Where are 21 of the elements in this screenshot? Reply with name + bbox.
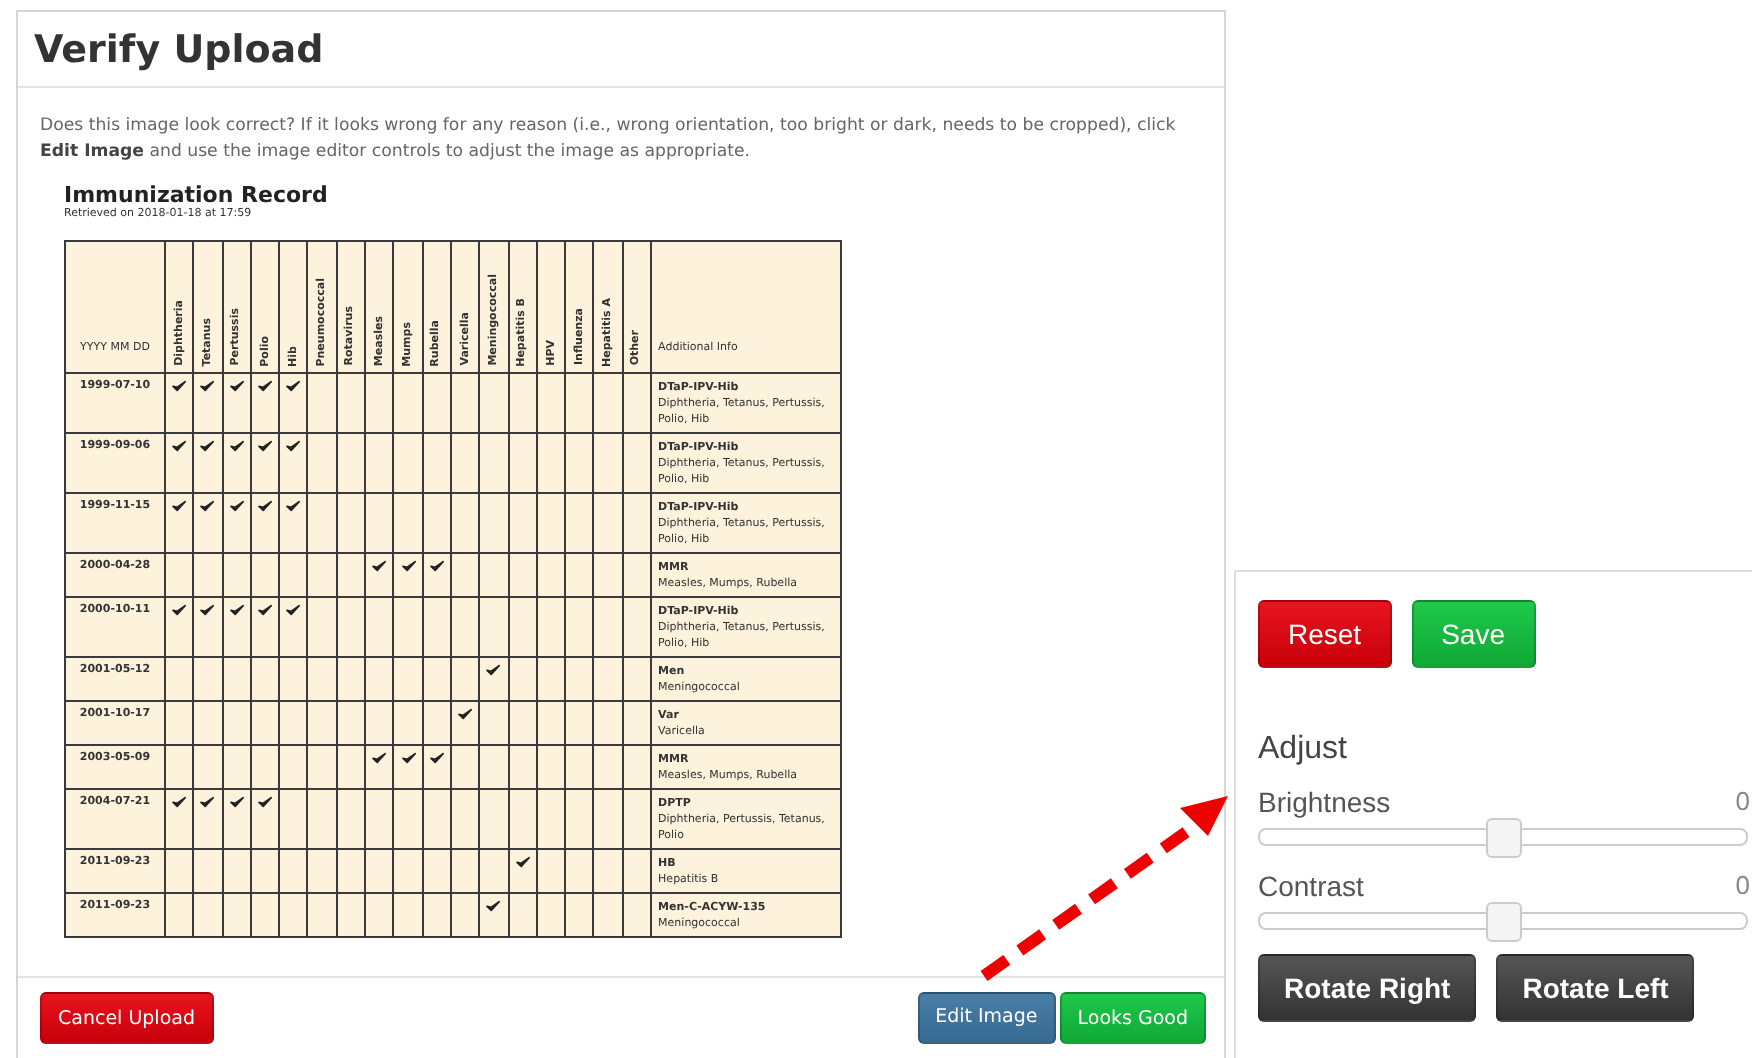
checkmark-icon [515, 856, 530, 868]
edit-button[interactable]: Edit Image [917, 992, 1056, 1044]
slider-thumb[interactable] [1485, 902, 1521, 942]
slider-thumb[interactable] [1485, 818, 1521, 858]
checkmark-icon [486, 664, 501, 676]
slider-label: Brightness [1258, 786, 1391, 818]
dialog-title: Verify Upload [34, 27, 324, 71]
record-title: Immunization Record [64, 182, 330, 208]
slider-label: Contrast [1258, 870, 1364, 902]
instruction-text: Does this image look correct? If it looks wrong for any reason (i.e., wrong orientation, too bright or dark, needs to be cropped), click Edit Image and use the image editor controls to adjust the image as appropriate. [40, 114, 1178, 166]
slider-track[interactable] [1258, 818, 1748, 858]
slider-value: 0 [1735, 870, 1750, 902]
slider-track[interactable] [1258, 902, 1748, 942]
cancel-button[interactable]: Cancel Upload [40, 992, 213, 1044]
section-title: Adjust [1258, 732, 1349, 768]
checkmark-icon [486, 900, 501, 912]
slider-value: 0 [1735, 786, 1750, 818]
checkmark-icon [458, 708, 473, 720]
reset-button[interactable]: Reset [1258, 600, 1392, 668]
rotate-button[interactable]: Rotate Left [1496, 954, 1695, 1022]
rotate-button[interactable]: Rotate Right [1258, 954, 1477, 1022]
